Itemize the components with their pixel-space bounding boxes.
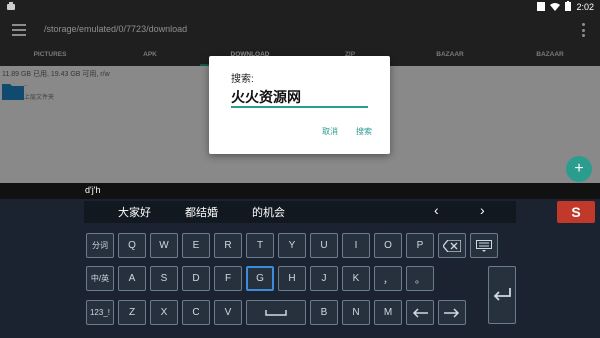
key-m[interactable]: M	[374, 300, 402, 325]
candidate-2[interactable]: 都结婚	[185, 204, 218, 220]
key-lang-switch[interactable]: 中/英	[86, 266, 114, 291]
candidate-1[interactable]: 大家好	[118, 204, 151, 220]
backspace-icon	[443, 239, 461, 252]
key-comma[interactable]: ，	[374, 266, 402, 291]
arrow-right-icon	[444, 307, 460, 318]
space-key[interactable]	[246, 300, 306, 325]
key-d[interactable]: D	[182, 266, 210, 291]
key-s[interactable]: S	[150, 266, 178, 291]
key-y[interactable]: Y	[278, 233, 306, 258]
key-j[interactable]: J	[310, 266, 338, 291]
key-row-3: 123_! Z X C V B N M	[86, 300, 466, 325]
key-segment[interactable]: 分词	[86, 233, 114, 258]
composition-text: d'j'h	[85, 185, 101, 195]
chevron-right-icon[interactable]: ›	[480, 202, 485, 218]
chevron-left-icon[interactable]: ‹	[434, 202, 439, 218]
key-u[interactable]: U	[310, 233, 338, 258]
dialog-title: 搜索:	[231, 74, 254, 85]
keyboard-hide-icon	[476, 239, 492, 252]
search-dialog: 搜索: 火火资源网 取消 搜索	[209, 56, 390, 154]
key-c[interactable]: C	[182, 300, 210, 325]
key-t[interactable]: T	[246, 233, 274, 258]
candidate-3[interactable]: 的机会	[252, 204, 285, 220]
key-p[interactable]: P	[406, 233, 434, 258]
hide-keyboard-key[interactable]	[470, 233, 498, 258]
key-v[interactable]: V	[214, 300, 242, 325]
enter-key[interactable]	[488, 266, 516, 324]
cursor-left-key[interactable]	[406, 300, 434, 325]
key-f[interactable]: F	[214, 266, 242, 291]
key-e[interactable]: E	[182, 233, 210, 258]
arrow-left-icon	[412, 307, 428, 318]
sogou-logo[interactable]: S	[557, 201, 595, 223]
key-w[interactable]: W	[150, 233, 178, 258]
android-icon	[6, 1, 16, 13]
composition-bar: d'j'h	[0, 183, 600, 199]
key-a[interactable]: A	[118, 266, 146, 291]
key-g[interactable]: G	[246, 266, 274, 291]
key-r[interactable]: R	[214, 233, 242, 258]
key-q[interactable]: Q	[118, 233, 146, 258]
key-b[interactable]: B	[310, 300, 338, 325]
key-row-2: 中/英 A S D F G H J K ， 。	[86, 266, 434, 291]
key-row-1: 分词 Q W E R T Y U I O P	[86, 233, 498, 258]
add-button[interactable]: +	[566, 156, 592, 182]
key-z[interactable]: Z	[118, 300, 146, 325]
key-period[interactable]: 。	[406, 266, 434, 291]
cursor-right-key[interactable]	[438, 300, 466, 325]
cancel-button[interactable]: 取消	[322, 126, 338, 137]
key-n[interactable]: N	[342, 300, 370, 325]
plus-icon: +	[574, 160, 584, 177]
status-bar: 2:02	[0, 0, 600, 14]
space-icon	[265, 309, 287, 316]
enter-icon	[493, 288, 511, 301]
search-input[interactable]: 火火资源网	[231, 86, 368, 108]
search-button[interactable]: 搜索	[356, 126, 372, 137]
key-o[interactable]: O	[374, 233, 402, 258]
candidate-bar: 大家好 都结婚 的机会 ‹ ›	[84, 201, 516, 223]
key-x[interactable]: X	[150, 300, 178, 325]
key-numbers[interactable]: 123_!	[86, 300, 114, 325]
wifi-icon	[550, 2, 561, 13]
battery-icon	[565, 1, 572, 13]
notification-icon	[537, 1, 546, 13]
backspace-key[interactable]	[438, 233, 466, 258]
clock: 2:02	[576, 2, 594, 12]
key-k[interactable]: K	[342, 266, 370, 291]
key-h[interactable]: H	[278, 266, 306, 291]
key-i[interactable]: I	[342, 233, 370, 258]
